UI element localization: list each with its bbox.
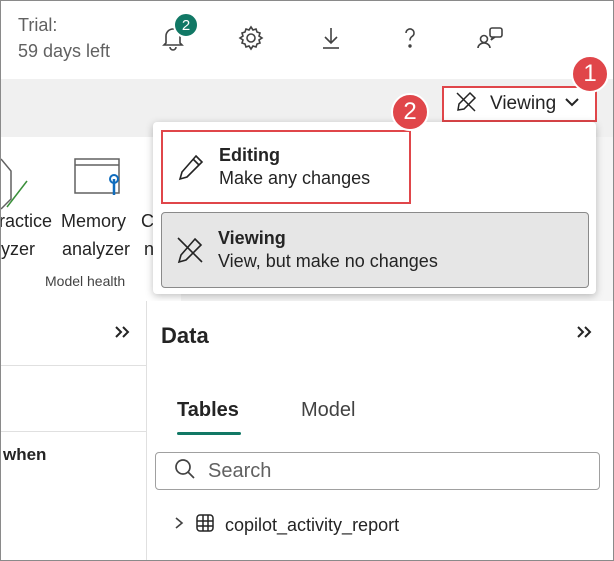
app-window: Trial: 59 days left 2 Viewing 1 ractice … <box>0 0 614 561</box>
best-practice-analyzer-label-2[interactable]: yzer <box>1 239 35 260</box>
tab-tables[interactable]: Tables <box>177 399 239 422</box>
trial-days-left: 59 days left <box>18 41 111 61</box>
tree-item-label: copilot_activity_report <box>225 515 400 535</box>
search-box[interactable] <box>155 452 600 490</box>
left-pane: when <box>1 301 147 560</box>
best-practice-analyzer-icon <box>1 151 29 220</box>
active-tab-indicator <box>177 432 241 435</box>
help-icon[interactable] <box>393 21 427 55</box>
menu-item-editing[interactable]: Editing Make any changes <box>161 130 411 204</box>
tab-model[interactable]: Model <box>301 399 355 422</box>
chevron-down-icon <box>564 95 580 113</box>
menu-item-title: Editing <box>219 145 280 165</box>
gear-icon[interactable] <box>234 21 268 55</box>
pencil-slash-icon <box>162 235 218 265</box>
mode-switch-button[interactable]: Viewing <box>442 86 597 122</box>
pencil-icon <box>163 152 219 182</box>
divider <box>1 431 146 432</box>
top-header: Trial: 59 days left 2 <box>1 1 613 79</box>
expand-chevron-icon[interactable] <box>113 323 131 346</box>
tree-item[interactable]: copilot_activity_report <box>173 513 399 538</box>
collapse-chevron-icon[interactable] <box>575 323 593 346</box>
callout-badge-2: 2 <box>391 93 429 131</box>
feedback-icon[interactable] <box>473 21 507 55</box>
best-practice-analyzer-label-1[interactable]: ractice <box>1 211 52 232</box>
memory-analyzer-label-2[interactable]: analyzer <box>62 239 130 260</box>
pencil-slash-icon <box>454 90 478 119</box>
data-pane: Data Tables Model Search copilot_activit… <box>147 301 613 560</box>
ribbon-group-label: Model health <box>45 273 126 289</box>
memory-analyzer-icon[interactable] <box>74 157 124 204</box>
mode-dropdown-menu: Editing Make any changes Viewing View, b… <box>153 122 596 294</box>
table-icon <box>195 513 215 538</box>
menu-item-title: Viewing <box>218 228 286 248</box>
data-pane-title: Data <box>161 323 209 348</box>
memory-analyzer-label-1[interactable]: Memory <box>61 211 126 232</box>
left-pane-partial-text: when <box>3 445 47 464</box>
search-icon <box>174 458 196 485</box>
download-icon[interactable] <box>314 21 348 55</box>
callout-badge-1: 1 <box>571 55 609 93</box>
menu-item-subtitle: View, but make no changes <box>218 251 438 271</box>
search-input[interactable] <box>206 458 590 484</box>
menu-item-subtitle: Make any changes <box>219 168 371 188</box>
trial-label: Trial: <box>18 15 58 35</box>
notification-badge: 2 <box>173 12 199 38</box>
mode-switch-label: Viewing <box>490 93 557 114</box>
menu-item-viewing[interactable]: Viewing View, but make no changes <box>161 212 589 288</box>
chevron-right-icon[interactable] <box>173 516 185 535</box>
divider <box>1 365 146 366</box>
